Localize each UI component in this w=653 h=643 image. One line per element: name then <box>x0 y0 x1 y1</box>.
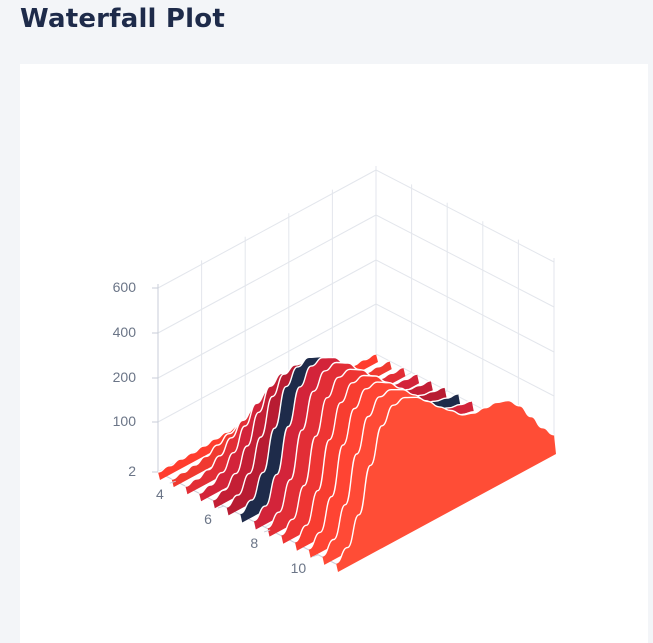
chart-ribbons <box>157 353 556 572</box>
z-tick-label: 600 <box>113 279 137 295</box>
grid-line-side-horizontal <box>375 169 555 263</box>
z-tick-label: 400 <box>113 324 137 340</box>
depth-tick-mark <box>217 505 225 509</box>
grid-line-back-horizontal <box>157 259 377 379</box>
z-tick-label: 2 <box>128 463 136 479</box>
grid-line-side-horizontal <box>375 214 555 308</box>
grid-line-side-horizontal <box>375 259 555 353</box>
z-tick-label: 200 <box>113 369 137 385</box>
depth-tick-label: 4 <box>156 486 164 502</box>
depth-tick-label: 8 <box>250 535 258 551</box>
chart-panel: 2 100 200 400 600 4 6 8 10 <box>20 64 648 643</box>
page-title: Waterfall Plot <box>20 4 225 34</box>
waterfall-chart: 2 100 200 400 600 4 6 8 10 <box>113 166 556 576</box>
depth-tick-label: 10 <box>291 560 307 576</box>
depth-tick-label: 6 <box>204 511 212 527</box>
grid-line-back-horizontal <box>157 169 377 289</box>
grid-line-back-horizontal <box>157 214 377 334</box>
z-tick-label: 100 <box>113 413 137 429</box>
